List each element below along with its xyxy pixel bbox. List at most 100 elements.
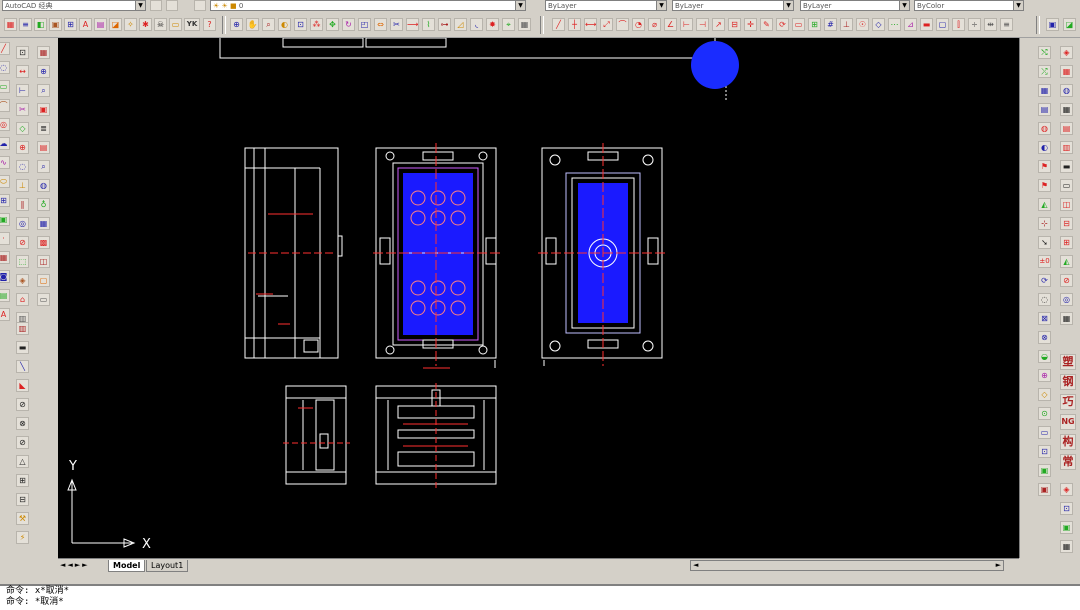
snap-icon[interactable]: ⊞ xyxy=(808,18,821,31)
chevron-down-icon[interactable]: ▼ xyxy=(656,1,666,10)
mold-tool-icon[interactable]: ▦ xyxy=(1060,540,1073,553)
modify-tool-icon[interactable]: ♁ xyxy=(37,198,50,211)
dim-radius-icon[interactable]: ◔ xyxy=(632,18,645,31)
rotate-icon[interactable]: ↻ xyxy=(342,18,355,31)
modify-tool-icon[interactable]: ▭ xyxy=(37,293,50,306)
modify-tool-icon[interactable]: ⌕ xyxy=(37,160,50,173)
workspace-settings-icon[interactable] xyxy=(150,0,162,11)
mold-tool-icon[interactable]: ▥ xyxy=(1060,141,1073,154)
mold-tool-icon[interactable]: ◎ xyxy=(1060,293,1073,306)
chevron-down-icon[interactable]: ▼ xyxy=(783,1,793,10)
mold-tool-icon[interactable]: ◍ xyxy=(1060,84,1073,97)
plugin-tool-icon[interactable]: ⊹ xyxy=(1038,217,1051,230)
structure-tool-button[interactable]: 构 xyxy=(1060,434,1076,450)
measure-icon[interactable]: ⌖ xyxy=(502,18,515,31)
line-icon[interactable]: ╱ xyxy=(552,18,565,31)
modify-tool-icon[interactable]: ▣ xyxy=(37,103,50,116)
chevron-down-icon[interactable]: ▼ xyxy=(899,1,909,10)
dim-tool-icon[interactable]: ▥ xyxy=(16,322,29,335)
object-snap-icon[interactable]: ∥ xyxy=(16,198,29,211)
dim-edit-icon[interactable]: ✎ xyxy=(760,18,773,31)
tolerance-icon[interactable]: ⊟ xyxy=(728,18,741,31)
draw-tool-icon[interactable]: ▣ xyxy=(0,213,10,226)
object-snap-icon[interactable]: ◇ xyxy=(16,122,29,135)
scroll-left-icon[interactable]: ◄ xyxy=(693,561,698,570)
array-icon[interactable]: ⁂ xyxy=(310,18,323,31)
modify-tool-icon[interactable]: ⊕ xyxy=(37,65,50,78)
dim-tool-icon[interactable]: △ xyxy=(16,455,29,468)
modify-tool-icon[interactable]: ▤ xyxy=(37,141,50,154)
model-space-icon[interactable]: ▢ xyxy=(936,18,949,31)
zoom-icon[interactable]: ⊕ xyxy=(230,18,243,31)
osnap-icon[interactable]: ◇ xyxy=(872,18,885,31)
chevron-down-icon[interactable]: ▼ xyxy=(135,1,145,10)
dim-tool-icon[interactable]: ◣ xyxy=(16,379,29,392)
mold-tool-icon[interactable]: ▭ xyxy=(1060,179,1073,192)
lineweight-combo[interactable]: ByLayer ▼ xyxy=(800,0,910,11)
object-snap-icon[interactable]: ↔ xyxy=(16,65,29,78)
command-line[interactable]: 命令: x*取消* 命令: *取消* xyxy=(0,584,1080,610)
mold-tool-icon[interactable]: ⊡ xyxy=(1060,502,1073,515)
modify-tool-icon[interactable]: ▩ xyxy=(37,236,50,249)
modify-tool-icon[interactable]: ▦ xyxy=(37,46,50,59)
color-combo[interactable]: ByLayer ▼ xyxy=(545,0,667,11)
plugin-tool-icon[interactable]: ◒ xyxy=(1038,350,1051,363)
dim-style-icon[interactable]: ▭ xyxy=(792,18,805,31)
flag-icon[interactable]: ⚑ xyxy=(1038,160,1051,173)
plugin-tool-icon[interactable]: ⊕ xyxy=(1038,369,1051,382)
dimension-icon[interactable]: ⊞ xyxy=(64,18,77,31)
plugin-tool-icon[interactable]: ▭ xyxy=(1038,426,1051,439)
draw-tool-icon[interactable]: ☁ xyxy=(0,137,10,150)
draw-tool-icon[interactable]: ╱ xyxy=(0,42,10,55)
align-icon[interactable]: ⫿ xyxy=(952,18,965,31)
object-snap-icon[interactable]: ⊢ xyxy=(16,84,29,97)
arrow-icon[interactable]: ➘ xyxy=(1038,236,1051,249)
object-snap-icon[interactable]: ◎ xyxy=(16,217,29,230)
object-snap-icon[interactable]: ◈ xyxy=(16,274,29,287)
scroll-right-icon[interactable]: ► xyxy=(996,561,1001,570)
plugin-tool-icon[interactable]: ◐ xyxy=(1038,141,1051,154)
mold-tool-icon[interactable]: ▦ xyxy=(1060,103,1073,116)
bug-icon[interactable]: ✱ xyxy=(139,18,152,31)
common-tool-button[interactable]: 常 xyxy=(1060,454,1076,470)
layer-combo[interactable]: ☀ ☀ ■ 0 ▼ xyxy=(210,0,526,11)
grid-icon[interactable]: # xyxy=(824,18,837,31)
mold-tool-icon[interactable]: ⊘ xyxy=(1060,274,1073,287)
layer-manager-icon[interactable] xyxy=(194,0,206,11)
tips-tool-button[interactable]: 巧 xyxy=(1060,394,1076,410)
plugin-tool-icon[interactable]: ▤ xyxy=(1038,103,1051,116)
draw-tool-icon[interactable]: ◌ xyxy=(0,61,10,74)
dim-tool-icon[interactable]: ╲ xyxy=(16,360,29,373)
plugin-tool-icon[interactable]: ⊠ xyxy=(1038,312,1051,325)
dim-tool-icon[interactable]: ⚡ xyxy=(16,531,29,544)
dim-diameter-icon[interactable]: ⌀ xyxy=(648,18,661,31)
polar-icon[interactable]: ☉ xyxy=(856,18,869,31)
pan-icon[interactable]: ✋ xyxy=(246,18,259,31)
draw-tool-icon[interactable]: ▤ xyxy=(0,289,10,302)
plugin-tool-icon[interactable]: ⟳ xyxy=(1038,274,1051,287)
object-snap-icon[interactable]: ⊥ xyxy=(16,179,29,192)
modify-tool-icon[interactable]: ◍ xyxy=(37,179,50,192)
dim-angle-icon[interactable]: ∠ xyxy=(664,18,677,31)
object-snap-icon[interactable]: ✂ xyxy=(16,103,29,116)
xline-icon[interactable]: ┼ xyxy=(568,18,581,31)
plugin-tool-icon[interactable]: ⤭ xyxy=(1038,46,1051,59)
mold-tool-icon[interactable]: ▣ xyxy=(1060,521,1073,534)
mold-tool-icon[interactable]: ◭ xyxy=(1060,255,1073,268)
modify-tool-icon[interactable]: ≣ xyxy=(37,122,50,135)
calculator-icon[interactable]: ▦ xyxy=(518,18,531,31)
dim-tool-icon[interactable]: ⊞ xyxy=(16,474,29,487)
plugin-tool-icon[interactable]: ⤮ xyxy=(1038,65,1051,78)
mold-tool-icon[interactable]: ▦ xyxy=(1060,65,1073,78)
horizontal-scrollbar[interactable]: ◄ ► xyxy=(690,560,1004,571)
save-icon[interactable]: ▣ xyxy=(1038,483,1051,496)
mold-tool-icon[interactable]: ◈ xyxy=(1060,46,1073,59)
ng-tool-button[interactable]: NG xyxy=(1060,414,1076,430)
ducs-icon[interactable]: ⊿ xyxy=(904,18,917,31)
chamfer-icon[interactable]: ◿ xyxy=(454,18,467,31)
stretch-icon[interactable]: ⇔ xyxy=(374,18,387,31)
dim-tool-icon[interactable]: ⊟ xyxy=(16,493,29,506)
extend-icon[interactable]: ⟶ xyxy=(406,18,419,31)
linetype-combo[interactable]: ByLayer ▼ xyxy=(672,0,794,11)
draw-tool-icon[interactable]: ▦ xyxy=(0,251,10,264)
